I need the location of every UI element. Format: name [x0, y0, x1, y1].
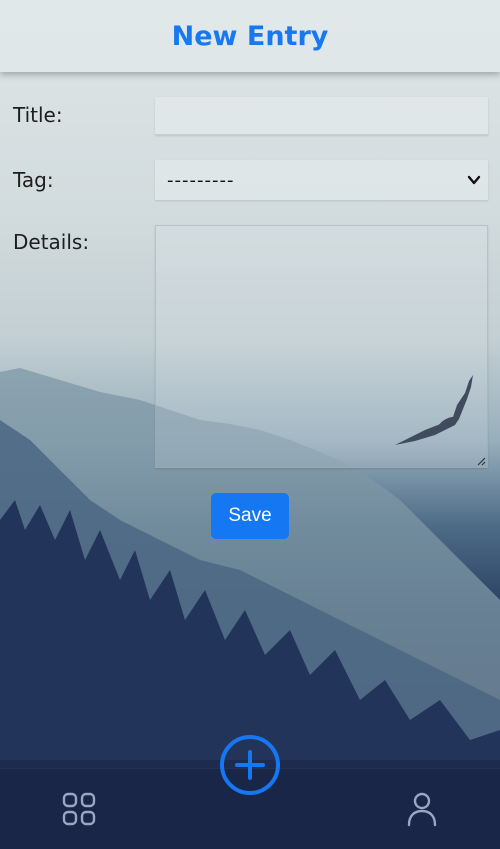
details-textarea[interactable] — [155, 225, 488, 468]
page-title: New Entry — [171, 20, 329, 52]
tag-selected-value: --------- — [167, 169, 235, 191]
plus-circle-icon[interactable] — [219, 734, 281, 796]
chevron-down-icon — [467, 175, 481, 185]
details-label: Details: — [13, 230, 90, 254]
tag-label: Tag: — [13, 168, 54, 192]
save-button[interactable]: Save — [211, 493, 289, 539]
resize-handle-icon[interactable] — [476, 456, 486, 466]
title-input[interactable] — [155, 97, 488, 135]
title-label: Title: — [13, 103, 63, 127]
grid-icon[interactable] — [62, 792, 96, 826]
tag-select[interactable]: --------- — [155, 160, 488, 200]
user-icon[interactable] — [406, 791, 438, 827]
app-header: New Entry — [0, 0, 500, 72]
